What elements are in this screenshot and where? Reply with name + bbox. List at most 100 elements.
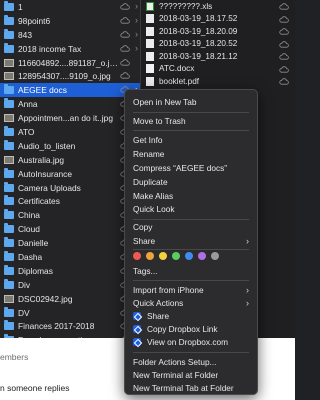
finder-row[interactable]: 116604892....891187_o.jpg: [0, 56, 140, 70]
menu-item-tags[interactable]: Tags...: [133, 265, 251, 277]
menu-item-rename[interactable]: Rename: [133, 148, 251, 160]
chevron-right-icon: ›: [135, 42, 138, 53]
finder-row[interactable]: China›: [0, 208, 140, 222]
finder-row[interactable]: ATO›: [0, 125, 140, 139]
tag-color-dot[interactable]: [172, 252, 180, 260]
finder-row-label: Div: [18, 279, 31, 290]
finder-row[interactable]: Div›: [0, 278, 140, 292]
cloud-icon: [120, 72, 130, 80]
finder-row[interactable]: DSC02942.jpg: [0, 292, 140, 306]
finder-row[interactable]: AutoInsurance›: [0, 167, 140, 181]
finder-row[interactable]: Finances 2017-2018›: [0, 319, 140, 333]
menu-item-compress[interactable]: Compress “AEGEE docs”: [133, 162, 251, 174]
folder-icon: [4, 223, 14, 234]
tag-color-dot[interactable]: [198, 252, 206, 260]
finder-file-label: 2018-03-19_18.17.52: [159, 14, 238, 24]
cloud-icon: [279, 53, 289, 60]
folder-icon: [4, 98, 14, 109]
finder-file-label: booklet.pdf: [159, 76, 200, 86]
folder-icon: [4, 14, 14, 25]
finder-row[interactable]: 843 ›: [0, 28, 140, 42]
menu-item-open-new-tab[interactable]: Open in New Tab: [133, 96, 251, 108]
menu-item-copy-dropbox-link[interactable]: Copy Dropbox Link: [133, 323, 251, 335]
menu-separator: [133, 219, 249, 220]
cloud-icon: [279, 28, 289, 35]
finder-file-label: ATC.docx: [159, 64, 195, 74]
finder-row-label: ATO: [18, 126, 35, 137]
finder-file-row[interactable]: ?????????.xls: [141, 0, 295, 13]
finder-row-label: 1: [18, 1, 23, 12]
chevron-right-icon: ›: [246, 236, 249, 246]
finder-row[interactable]: Danielle›: [0, 236, 140, 250]
finder-row[interactable]: Appointmen...an do it..jpg: [0, 111, 140, 125]
finder-row-label: 116604892....891187_o.jpg: [18, 57, 118, 68]
cloud-icon: [120, 3, 130, 10]
chevron-right-icon: ›: [135, 1, 138, 11]
image-file-icon: [4, 294, 14, 303]
folder-icon: [4, 195, 14, 206]
finder-row[interactable]: 2018 income Tax ›: [0, 42, 140, 56]
tag-color-dot[interactable]: [159, 252, 167, 260]
finder-file-row[interactable]: 2018-03-19_18.20.52: [141, 38, 295, 51]
finder-file-row[interactable]: ATC.docx: [141, 63, 295, 76]
image-file-icon: [4, 72, 14, 81]
finder-row-label: Australia.jpg: [18, 154, 65, 165]
folder-icon: [4, 28, 14, 39]
context-menu: Open in New Tab Move to Trash Get Info R…: [124, 89, 258, 395]
finder-file-row[interactable]: booklet.pdf: [141, 75, 295, 88]
finder-row[interactable]: 1 ›: [0, 0, 140, 14]
finder-row[interactable]: Dasha›: [0, 250, 140, 264]
cloud-icon: [279, 40, 289, 48]
dropbox-icon: [133, 338, 141, 346]
dropbox-icon: [133, 325, 141, 333]
document-file-icon: [146, 14, 154, 24]
menu-item-get-info[interactable]: Get Info: [133, 134, 251, 146]
finder-row-label: Danielle: [18, 238, 49, 249]
cloud-icon: [279, 3, 289, 10]
finder-row[interactable]: 128954307....9109_o.jpg: [0, 69, 140, 83]
document-file-icon: [146, 51, 154, 61]
menu-item-dropbox-share[interactable]: Share: [133, 310, 251, 322]
finder-row[interactable]: Certificates›: [0, 194, 140, 208]
menu-item-new-terminal[interactable]: New Terminal at Folder: [133, 369, 251, 381]
finder-file-row[interactable]: 2018-03-19_18.17.52: [141, 13, 295, 26]
finder-row[interactable]: Audio_to_listen›: [0, 139, 140, 153]
finder-row[interactable]: Diplomas›: [0, 264, 140, 278]
folder-icon: [4, 139, 14, 150]
finder-row-label: DSC02942.jpg: [18, 293, 73, 304]
menu-item-import-iphone[interactable]: Import from iPhone ›: [133, 284, 251, 296]
menu-item-share-label: Share: [133, 236, 156, 246]
folder-icon: [4, 306, 14, 317]
menu-item-view-on-dropbox[interactable]: View on Dropbox.com: [133, 336, 251, 348]
menu-item-move-to-trash[interactable]: Move to Trash: [133, 115, 251, 127]
menu-item-quick-actions[interactable]: Quick Actions ›: [133, 297, 251, 309]
menu-item-share[interactable]: Share ›: [133, 235, 251, 247]
menu-item-duplicate[interactable]: Duplicate: [133, 176, 251, 188]
spreadsheet-file-icon: [146, 1, 154, 11]
finder-row[interactable]: Australia.jpg: [0, 153, 140, 167]
menu-item-folder-actions[interactable]: Folder Actions Setup...: [133, 356, 251, 368]
chevron-right-icon: ›: [135, 28, 138, 39]
finder-row-label: 843: [18, 29, 32, 40]
finder-row[interactable]: Anna›: [0, 97, 140, 111]
menu-separator: [133, 352, 249, 353]
finder-row[interactable]: Camera Uploads›: [0, 181, 140, 195]
finder-file-row[interactable]: 2018-03-19_18.21.12: [141, 50, 295, 63]
tag-color-dot[interactable]: [211, 252, 219, 260]
finder-row[interactable]: Cloud›: [0, 222, 140, 236]
image-file-icon: [4, 114, 14, 123]
finder-file-row[interactable]: 2018-03-19_18.20.09: [141, 25, 295, 38]
menu-item-make-alias[interactable]: Make Alias: [133, 190, 251, 202]
finder-row[interactable]: DV›: [0, 306, 140, 320]
finder-row[interactable]: AEGEE docs›: [0, 83, 140, 98]
tag-color-dot[interactable]: [133, 252, 141, 260]
tag-color-dot[interactable]: [185, 252, 193, 260]
document-file-icon: [146, 26, 154, 36]
document-file-icon: [146, 76, 154, 86]
menu-item-quick-look[interactable]: Quick Look: [133, 203, 251, 215]
finder-row[interactable]: 98point6 ›: [0, 14, 140, 28]
menu-item-copy[interactable]: Copy: [133, 221, 251, 233]
menu-item-new-terminal-tab[interactable]: New Terminal Tab at Folder: [133, 382, 251, 394]
folder-icon: [4, 125, 14, 136]
tag-color-dot[interactable]: [146, 252, 154, 260]
